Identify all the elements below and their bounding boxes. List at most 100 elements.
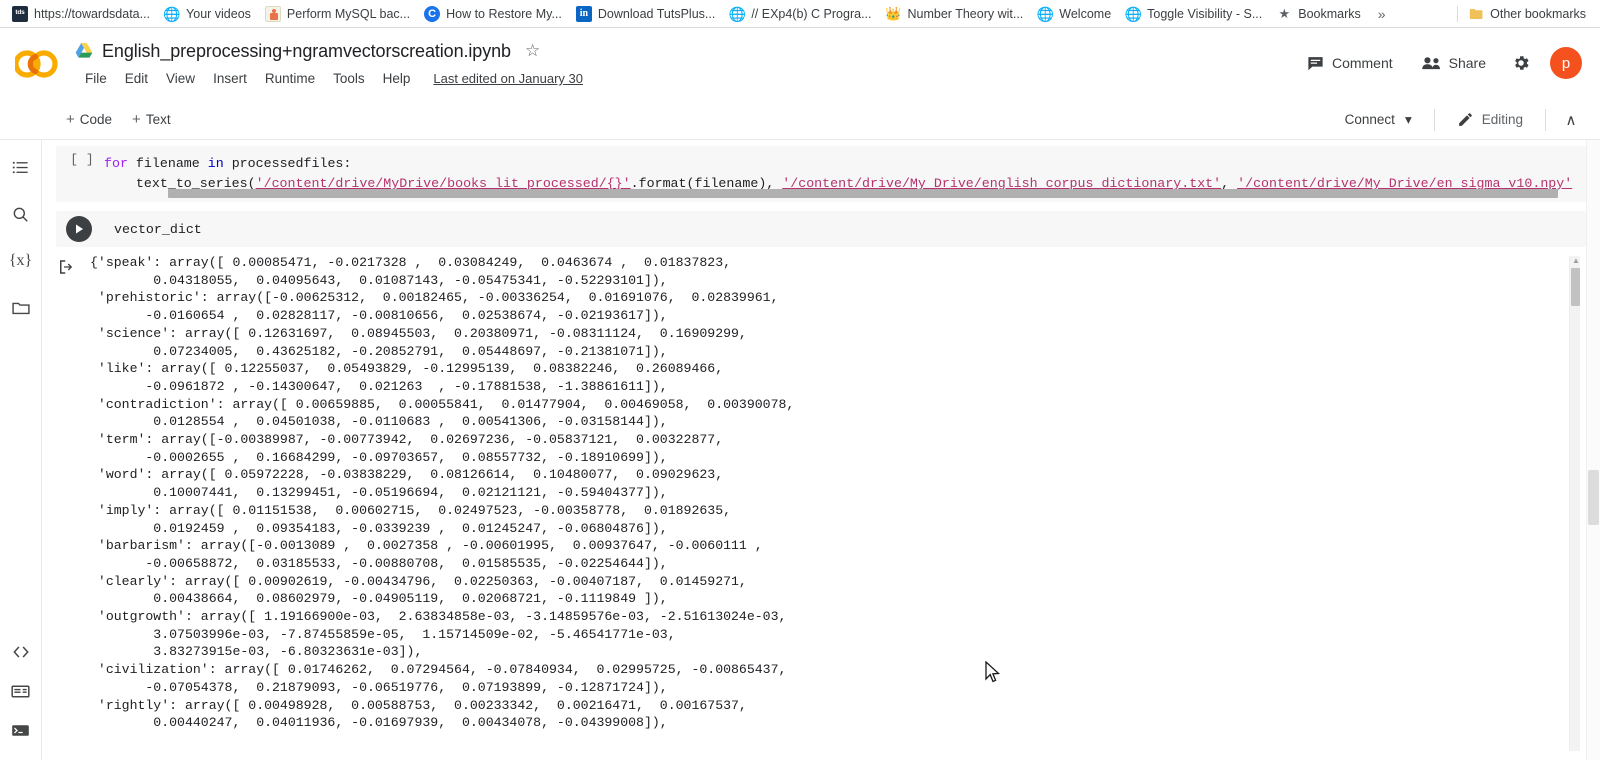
chevron-down-icon: ▾: [1405, 112, 1412, 128]
menu-insert[interactable]: Insert: [204, 68, 256, 89]
header-center: English_preprocessing+ngramvectorscreati…: [74, 28, 1294, 89]
menu-file[interactable]: File: [76, 68, 116, 89]
code-snippets-icon[interactable]: [4, 635, 38, 669]
add-text-label: Text: [146, 112, 171, 127]
variables-glyph: {x}: [9, 252, 32, 270]
plus-icon: +: [66, 111, 75, 128]
cell-horizontal-scrollbar[interactable]: [168, 189, 1558, 198]
cell-2-output: {'speak': array([ 0.00085471, -0.0217328…: [42, 254, 1586, 751]
linkedin-favicon: in: [576, 6, 592, 22]
page-scroll-thumb[interactable]: [1588, 470, 1599, 525]
bookmark-exp4b-c-program[interactable]: 🌐 // EXp4(b) C Progra...: [723, 4, 879, 24]
add-code-cell-button[interactable]: + Code: [56, 106, 122, 133]
plus-icon: +: [132, 111, 141, 128]
globe-favicon: 🌐: [164, 6, 180, 22]
menu-view[interactable]: View: [157, 68, 204, 89]
settings-button[interactable]: [1502, 44, 1540, 82]
keyword-for: for: [104, 156, 128, 171]
bookmark-welcome[interactable]: 🌐 Welcome: [1031, 4, 1119, 24]
bookmark-label: Bookmarks: [1298, 7, 1361, 21]
folder-glyph: [11, 298, 31, 318]
star-icon[interactable]: ☆: [525, 41, 540, 61]
collapse-header-button[interactable]: ∧: [1556, 105, 1586, 135]
notebook-title[interactable]: English_preprocessing+ngramvectorscreati…: [102, 41, 511, 62]
chrome-c-favicon: C: [424, 6, 440, 22]
cell-1-var: filename: [128, 156, 208, 171]
gear-icon: [1511, 53, 1531, 73]
tds-favicon: tds: [12, 6, 28, 22]
bookmark-label: How to Restore My...: [446, 7, 562, 21]
files-icon[interactable]: [4, 291, 38, 325]
bookmark-label: Download TutsPlus...: [598, 7, 715, 21]
output-scroll-thumb[interactable]: [1571, 268, 1580, 306]
notebook-scroll-area[interactable]: [ ] for filename in processedfiles: text…: [42, 140, 1600, 760]
comment-button[interactable]: Comment: [1294, 47, 1405, 80]
editing-label: Editing: [1482, 112, 1523, 127]
palette-glyph: [10, 681, 31, 702]
output-gutter: [42, 254, 90, 751]
bookmarks-overflow-button[interactable]: »: [1369, 4, 1395, 24]
bookmark-label: // EXp4(b) C Progra...: [751, 7, 871, 21]
globe-favicon: 🌐: [729, 6, 745, 22]
cell-2-source[interactable]: vector_dict: [114, 222, 202, 237]
angle-brackets-glyph: [11, 642, 31, 662]
editing-mode-button[interactable]: Editing: [1445, 105, 1535, 134]
connect-button[interactable]: Connect ▾: [1333, 106, 1424, 134]
menu-help[interactable]: Help: [374, 68, 420, 89]
table-of-contents-icon[interactable]: [4, 150, 38, 184]
globe-favicon: 🌐: [1037, 6, 1053, 22]
cell-1-source[interactable]: for filename in processedfiles: text_to_…: [104, 154, 1574, 194]
pencil-icon: [1457, 111, 1474, 128]
google-drive-icon: [74, 41, 94, 61]
code-cell-2[interactable]: vector_dict: [56, 211, 1586, 247]
share-button[interactable]: Share: [1409, 47, 1498, 80]
menu-tools[interactable]: Tools: [324, 68, 374, 89]
terminal-icon[interactable]: [4, 713, 38, 747]
comment-label: Comment: [1332, 55, 1393, 71]
command-palette-icon[interactable]: [4, 674, 38, 708]
add-text-cell-button[interactable]: + Text: [122, 106, 181, 133]
code-cell-1[interactable]: [ ] for filename in processedfiles: text…: [56, 146, 1586, 202]
bookmark-label: Welcome: [1059, 7, 1111, 21]
bookmark-how-to-restore-mysql[interactable]: C How to Restore My...: [418, 4, 570, 24]
search-icon[interactable]: [4, 197, 38, 231]
colab-header: English_preprocessing+ngramvectorscreati…: [0, 28, 1600, 100]
browser-bookmarks-bar: tds https://towardsdata... 🌐 Your videos…: [0, 0, 1600, 28]
cell-1-execution-count[interactable]: [ ]: [62, 152, 102, 167]
colab-logo[interactable]: [0, 28, 74, 100]
output-vertical-scrollbar[interactable]: ▲: [1569, 256, 1580, 751]
left-sidebar-rail: {x}: [0, 140, 42, 760]
keyword-in: in: [208, 156, 224, 171]
terminal-glyph: [10, 720, 31, 741]
variables-icon[interactable]: {x}: [4, 244, 38, 278]
other-bookmarks-button[interactable]: 🖿 Other bookmarks: [1462, 4, 1594, 24]
title-row: English_preprocessing+ngramvectorscreati…: [74, 36, 1294, 66]
bookmark-towardsdatascience[interactable]: tds https://towardsdata...: [6, 4, 158, 24]
avatar[interactable]: p: [1550, 47, 1582, 79]
bookmark-label: Number Theory wit...: [908, 7, 1024, 21]
bookmark-label: Your videos: [186, 7, 251, 21]
last-edited-link[interactable]: Last edited on January 30: [433, 71, 583, 86]
bookmark-perform-mysql-backup[interactable]: Perform MySQL bac...: [259, 4, 418, 24]
output-scroll-container[interactable]: {'speak': array([ 0.00085471, -0.0217328…: [90, 254, 1586, 751]
scroll-up-arrow-icon[interactable]: ▲: [1572, 256, 1580, 266]
bookmark-toggle-visibility[interactable]: 🌐 Toggle Visibility - S...: [1119, 4, 1270, 24]
menu-edit[interactable]: Edit: [116, 68, 157, 89]
bookmark-folder-bookmarks[interactable]: ★ Bookmarks: [1270, 4, 1369, 24]
output-arrow-icon[interactable]: [57, 258, 75, 276]
share-label: Share: [1449, 55, 1486, 71]
page-vertical-scrollbar[interactable]: [1586, 140, 1600, 760]
bookmark-download-tutsplus[interactable]: in Download TutsPlus...: [570, 4, 723, 24]
output-text: {'speak': array([ 0.00085471, -0.0217328…: [90, 254, 1562, 732]
bookmark-label: Perform MySQL bac...: [287, 7, 410, 21]
globe-favicon: 🌐: [1125, 6, 1141, 22]
notebook-body: {x}: [0, 140, 1600, 760]
header-actions: Comment Share p: [1294, 28, 1600, 82]
bookmark-your-videos[interactable]: 🌐 Your videos: [158, 4, 259, 24]
bookmark-number-theory[interactable]: 👑 Number Theory wit...: [880, 4, 1032, 24]
notebook-toolbar: + Code + Text Connect ▾ Editing ∧: [0, 100, 1600, 140]
run-cell-button[interactable]: [66, 216, 92, 242]
menu-runtime[interactable]: Runtime: [256, 68, 324, 89]
search-glyph: [11, 205, 30, 224]
toolbar-divider: [1434, 109, 1435, 131]
